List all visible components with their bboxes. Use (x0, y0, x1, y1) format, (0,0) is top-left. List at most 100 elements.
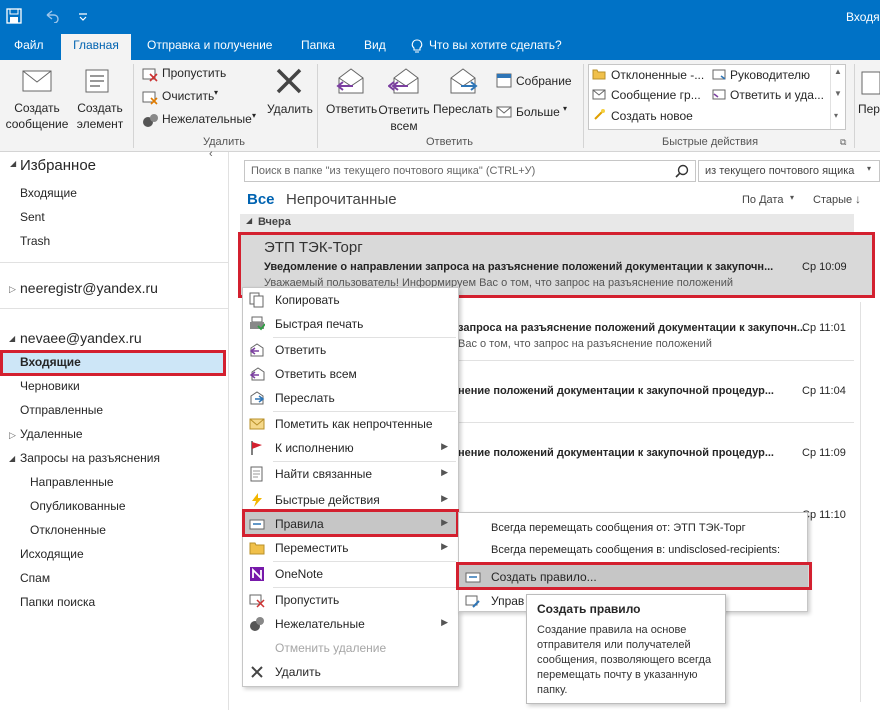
tab-home[interactable]: Главная (61, 34, 131, 60)
collapse-requests-icon[interactable]: ◢ (9, 454, 15, 463)
meeting-icon (496, 73, 512, 88)
group-label-delete: Удалить (203, 136, 245, 148)
undo-icon[interactable] (44, 9, 60, 23)
group-label-quick-steps: Быстрые действия (662, 136, 759, 148)
group-header[interactable]: ◢ Вчера (240, 214, 854, 232)
fav-sent[interactable]: Sent (20, 210, 45, 224)
onenote-icon (250, 567, 264, 581)
more-dropdown-icon[interactable]: ▾ (563, 104, 567, 113)
sidebar-item-requests[interactable]: Запросы на разъяснения (20, 451, 160, 465)
menu-item-quick-print[interactable]: Быстрая печать (243, 312, 458, 336)
quick-step-to-manager[interactable]: Руководителю (730, 68, 810, 82)
sidebar-item-directed[interactable]: Направленные (30, 475, 114, 489)
tooltip-body: Создание правила на основе отправителя и… (537, 624, 712, 696)
tab-file[interactable]: Файл (14, 38, 44, 52)
sidebar-item-sent[interactable]: Отправленные (20, 403, 103, 417)
more-respond-button[interactable]: Больше (516, 105, 560, 119)
message-subject: нение положений документации к закупочно… (458, 385, 774, 397)
group-label: Вчера (258, 216, 291, 228)
quick-steps-dialog-launcher-icon[interactable]: ⧉ (840, 137, 846, 148)
new-items-button[interactable]: Создать элемент (70, 100, 130, 132)
submenu-arrow-icon: ▶ (441, 493, 448, 503)
menu-item-find-related[interactable]: Найти связанные ▶ (243, 462, 458, 486)
menu-item-copy[interactable]: Копировать (243, 288, 458, 312)
search-icon[interactable] (675, 164, 689, 178)
folder-pane: ◢ Избранное ‹ Входящие Sent Trash ▷ neer… (0, 148, 229, 710)
search-input[interactable]: Поиск в папке "из текущего почтового ящи… (244, 160, 696, 182)
tab-folder[interactable]: Папка (301, 38, 335, 52)
sidebar-item-outbox[interactable]: Исходящие (20, 547, 84, 561)
quick-step-rejected[interactable]: Отклоненные -... (611, 68, 704, 82)
menu-item-junk[interactable]: Нежелательные ▶ (243, 612, 458, 636)
menu-item-onenote[interactable]: OneNote (243, 562, 458, 586)
menu-item-mark-unread[interactable]: Пометить как непрочтенные (243, 412, 458, 436)
clean-up-dropdown-icon[interactable]: ▾ (214, 88, 218, 97)
message-time: Ср 11:01 (802, 322, 846, 334)
clean-up-button[interactable]: Очистить (162, 89, 214, 103)
menu-item-reply[interactable]: Ответить (243, 338, 458, 362)
message-time: Ср 11:10 (802, 509, 846, 521)
move-button-partial[interactable]: Пер (858, 102, 880, 116)
pane-collapse-icon[interactable]: ‹ (209, 148, 213, 160)
sidebar-item-search-folders[interactable]: Папки поиска (20, 595, 95, 609)
sort-order[interactable]: Старые (813, 194, 852, 206)
delete-icon (276, 68, 302, 94)
menu-item-delete[interactable]: Удалить (243, 660, 458, 684)
sidebar-item-spam[interactable]: Спам (20, 571, 50, 585)
fav-inbox[interactable]: Входящие (20, 186, 77, 200)
account-nevaee[interactable]: nevaee@yandex.ru (20, 330, 142, 346)
sort-order-arrow-icon[interactable]: ↓ (855, 192, 861, 206)
find-related-icon (250, 466, 263, 482)
menu-item-move[interactable]: Переместить ▶ (243, 536, 458, 560)
quick-step-team-email[interactable]: Сообщение гр... (611, 88, 701, 102)
quick-print-icon (250, 316, 265, 331)
quick-step-create-new[interactable]: Создать новое (611, 109, 693, 123)
new-email-button[interactable]: Создать сообщение (4, 100, 70, 132)
sidebar-item-published[interactable]: Опубликованные (30, 499, 126, 513)
menu-item-ignore[interactable]: Пропустить (243, 588, 458, 612)
sidebar-item-deleted[interactable]: Удаленные (20, 427, 83, 441)
sort-by[interactable]: По Дата (742, 194, 783, 206)
meeting-button[interactable]: Собрание (516, 74, 572, 88)
submenu-always-move-to[interactable]: Всегда перемещать сообщения в: undisclos… (459, 539, 807, 563)
account-neeregistr[interactable]: neeregistr@yandex.ru (20, 280, 158, 296)
fav-trash[interactable]: Trash (20, 234, 50, 248)
menu-item-label: Быстрая печать (275, 317, 364, 331)
forward-icon (250, 391, 265, 405)
delete-button[interactable]: Удалить (267, 102, 313, 116)
reply-all-button[interactable]: Ответить всем (374, 102, 434, 134)
save-icon[interactable] (6, 8, 22, 24)
menu-item-reply-all[interactable]: Ответить всем (243, 362, 458, 386)
favorites-header[interactable]: Избранное (20, 157, 96, 174)
quick-step-reply-delete[interactable]: Ответить и уда... (730, 88, 824, 102)
filter-all[interactable]: Все (247, 191, 275, 208)
menu-item-follow-up[interactable]: К исполнению ▶ (243, 436, 458, 460)
reply-delete-icon (712, 89, 726, 100)
expand-account1-icon[interactable]: ▷ (9, 284, 16, 295)
expand-deleted-icon[interactable]: ▷ (9, 430, 16, 441)
forward-button[interactable]: Переслать (433, 102, 493, 116)
menu-item-forward[interactable]: Переслать (243, 386, 458, 410)
tell-me-search[interactable]: Что вы хотите сделать? (429, 38, 562, 52)
tab-send-receive[interactable]: Отправка и получение (147, 38, 272, 52)
quick-steps-scroll[interactable]: ▲ ▼ ▾ (830, 65, 845, 129)
junk-button[interactable]: Нежелательные (162, 112, 252, 126)
tab-view[interactable]: Вид (364, 38, 386, 52)
menu-item-label: Нежелательные (275, 617, 365, 631)
customize-toolbar-icon[interactable] (78, 12, 88, 22)
search-scope-dropdown[interactable]: из текущего почтового ящика ▾ (698, 160, 880, 182)
menu-item-undelete: Отменить удаление (243, 636, 458, 660)
junk-icon (143, 114, 158, 127)
sort-dropdown-icon[interactable]: ▾ (790, 193, 794, 202)
sidebar-item-rejected[interactable]: Отклоненные (30, 523, 106, 537)
favorites-collapse-icon[interactable]: ◢ (10, 159, 16, 168)
collapse-account2-icon[interactable]: ◢ (9, 334, 15, 343)
submenu-always-move-from[interactable]: Всегда перемещать сообщения от: ЭТП ТЭК-… (459, 517, 807, 541)
reply-button[interactable]: Ответить (326, 102, 377, 116)
junk-dropdown-icon[interactable]: ▾ (252, 111, 256, 120)
group-collapse-icon[interactable]: ◢ (246, 216, 252, 225)
ignore-button[interactable]: Пропустить (162, 66, 226, 80)
sidebar-item-drafts[interactable]: Черновики (20, 379, 80, 393)
filter-unread[interactable]: Непрочитанные (286, 191, 397, 208)
submenu-label: Всегда перемещать сообщения в: undisclos… (491, 544, 781, 556)
